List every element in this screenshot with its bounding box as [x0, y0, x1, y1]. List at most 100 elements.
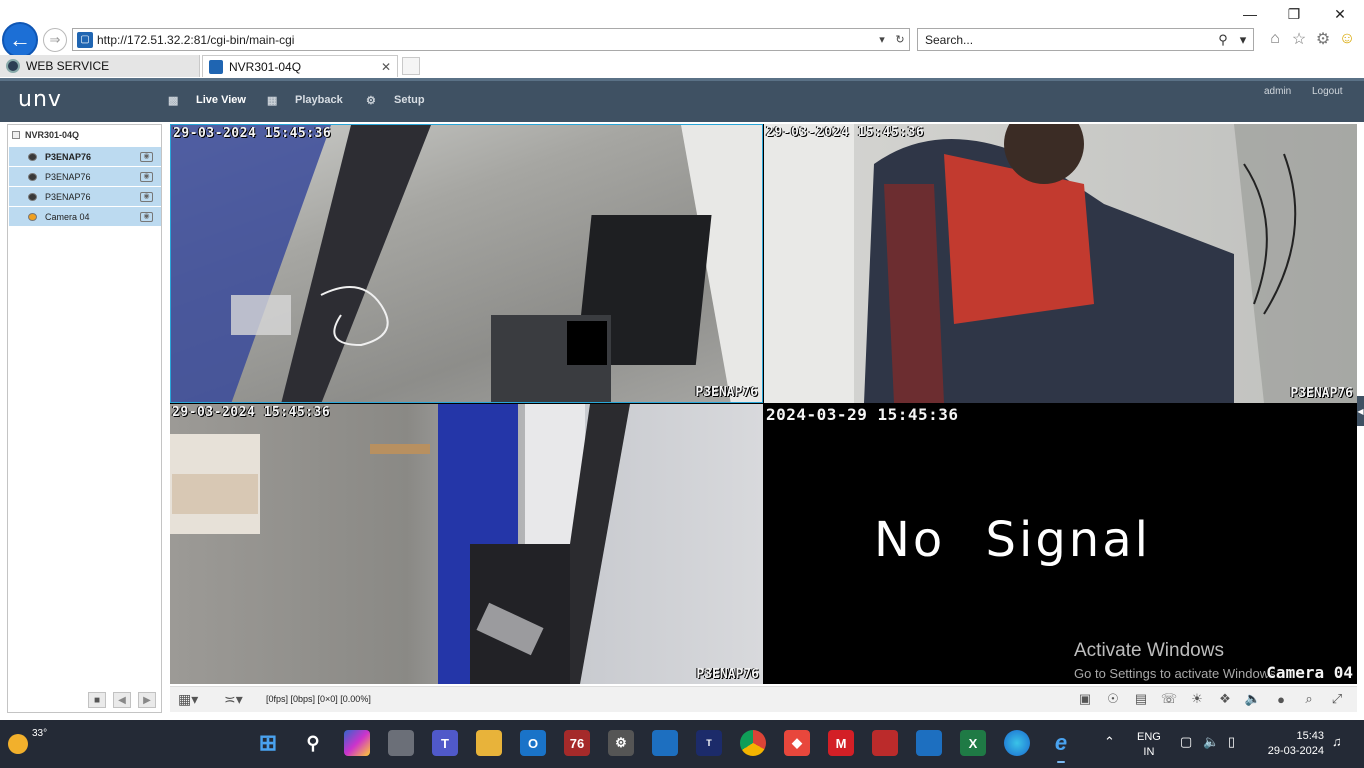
- network-icon[interactable]: ▢: [1180, 734, 1192, 750]
- window-app-2-icon[interactable]: [916, 730, 942, 756]
- scene-pane-1: [171, 125, 762, 402]
- activate-windows-subtitle: Go to Settings to activate Windows.: [1074, 666, 1280, 681]
- record-clip-icon[interactable]: ▤: [1133, 691, 1149, 707]
- camera-item-1[interactable]: P3ENAP76 ◉: [9, 147, 161, 166]
- nav-setup[interactable]: ⚙ Setup: [366, 94, 425, 107]
- timestamp: 29-03-2024 15:45:36: [766, 125, 925, 140]
- nav-playback[interactable]: ▦ Playback: [267, 94, 343, 107]
- new-tab-button[interactable]: [402, 57, 420, 75]
- close-tab-icon[interactable]: ✕: [381, 60, 391, 74]
- collapse-panel-handle[interactable]: ◀: [1357, 396, 1364, 426]
- dropdown-icon[interactable]: ▾: [873, 33, 891, 46]
- monitor-icon: ▩: [168, 95, 179, 107]
- brightness-icon[interactable]: ☀: [1189, 691, 1205, 707]
- record-icon[interactable]: ◉: [140, 171, 153, 182]
- search-icon[interactable]: ⚲: [1213, 32, 1233, 48]
- forward-button[interactable]: ⇒: [43, 28, 67, 52]
- start-windows-icon[interactable]: ⊞: [255, 730, 281, 756]
- tally-icon[interactable]: T: [696, 730, 722, 756]
- web-service-tab-icon: [6, 59, 20, 73]
- layout-grid-icon[interactable]: ▦▾: [178, 691, 198, 708]
- settings-gear-icon[interactable]: ⚙: [1314, 30, 1332, 48]
- restore-icon[interactable]: ❐: [1284, 6, 1304, 23]
- security-app-icon[interactable]: [872, 730, 898, 756]
- nav-label: Live View: [196, 94, 246, 106]
- excel-icon[interactable]: X: [960, 730, 986, 756]
- windows-taskbar: 33° ⊞ ⚲ T O 76 ⚙ T ◆ M X e ⌃ ENG IN ▢ 🔈 …: [0, 720, 1364, 768]
- show-hidden-icons-chevron-icon[interactable]: ⌃: [1104, 734, 1115, 750]
- logout-link[interactable]: Logout: [1312, 86, 1343, 97]
- headset-icon[interactable]: ☏: [1161, 691, 1177, 707]
- task-view-icon[interactable]: [388, 730, 414, 756]
- outlook-icon[interactable]: O: [520, 730, 546, 756]
- unv-logo: unv: [18, 87, 62, 112]
- window-app-icon[interactable]: [652, 730, 678, 756]
- record-icon[interactable]: ◉: [140, 211, 153, 222]
- snapshot-camera-icon[interactable]: ☉: [1105, 691, 1121, 707]
- record-icon[interactable]: ◉: [140, 191, 153, 202]
- video-pane-4[interactable]: 2024-03-29 15:45:36 No Signal Activate W…: [764, 404, 1357, 684]
- activate-windows-title: Activate Windows: [1074, 640, 1224, 661]
- back-button[interactable]: ←: [2, 22, 38, 58]
- tab-web-service[interactable]: WEB SERVICE: [0, 55, 200, 77]
- close-window-icon[interactable]: ✕: [1330, 6, 1350, 23]
- volume-icon[interactable]: 🔈: [1245, 691, 1261, 707]
- refresh-icon[interactable]: ↻: [891, 33, 909, 46]
- talk-icon[interactable]: ●: [1273, 691, 1289, 707]
- nvr-device-icon: [12, 131, 20, 139]
- system-clock[interactable]: 15:43 29-03-2024: [1260, 729, 1324, 759]
- nav-live-view[interactable]: ▩ Live View: [168, 94, 246, 107]
- camera-item-3[interactable]: P3ENAP76 ◉: [9, 187, 161, 206]
- stop-button[interactable]: ■: [88, 692, 106, 708]
- teams-icon[interactable]: T: [432, 730, 458, 756]
- search-taskbar-icon[interactable]: ⚲: [300, 730, 326, 756]
- weather-widget[interactable]: 33°: [8, 728, 47, 754]
- favorites-star-icon[interactable]: ☆: [1290, 30, 1308, 48]
- camera-label: P3ENAP76: [45, 171, 91, 182]
- fit-window-icon[interactable]: ▣: [1077, 691, 1093, 707]
- copilot-icon[interactable]: [344, 730, 370, 756]
- tab-nvr[interactable]: NVR301-04Q ✕: [202, 55, 398, 77]
- stream-select-icon[interactable]: ≍▾: [224, 691, 243, 708]
- notifications-bell-icon[interactable]: ♫: [1332, 734, 1342, 749]
- video-pane-3[interactable]: 29-03-2024 15:45:36 P3ENAP76: [170, 404, 763, 684]
- camera-item-2[interactable]: P3ENAP76 ◉: [9, 167, 161, 186]
- ptz-icon[interactable]: ❖: [1217, 691, 1233, 707]
- language-indicator[interactable]: ENG IN: [1137, 730, 1161, 760]
- zoom-icon[interactable]: ⌕: [1301, 691, 1317, 707]
- region-code: IN: [1143, 746, 1155, 758]
- minimize-icon[interactable]: —: [1240, 6, 1260, 22]
- battery-icon[interactable]: ▯: [1228, 734, 1235, 750]
- speaker-icon[interactable]: 🔈: [1203, 734, 1219, 750]
- feedback-smiley-icon[interactable]: ☺: [1338, 30, 1356, 48]
- video-pane-1[interactable]: 29-03-2024 15:45:36 P3ENAP76: [170, 124, 763, 403]
- page-favicon-icon: ▢: [77, 31, 93, 48]
- anydesk-icon[interactable]: ◆: [784, 730, 810, 756]
- next-button[interactable]: ▶: [138, 692, 156, 708]
- app-76-icon[interactable]: 76: [564, 730, 590, 756]
- camera-item-4[interactable]: Camera 04 ◉: [9, 207, 161, 226]
- camera-label: Camera 04: [45, 211, 90, 222]
- chrome-icon[interactable]: [740, 730, 766, 756]
- gear-icon: ⚙: [366, 95, 376, 107]
- address-url[interactable]: http://172.51.32.2:81/cgi-bin/main-cgi: [97, 33, 873, 47]
- mcafee-icon[interactable]: M: [828, 730, 854, 756]
- search-input[interactable]: Search...: [925, 33, 1213, 47]
- fullscreen-icon[interactable]: ⤢: [1329, 691, 1345, 707]
- device-node[interactable]: NVR301-04Q: [12, 130, 79, 140]
- internet-explorer-icon[interactable]: e: [1048, 730, 1074, 756]
- video-pane-2[interactable]: 29-03-2024 15:45:36 P3ENAP76: [764, 124, 1357, 403]
- camera-name-label: P3ENAP76: [695, 385, 758, 400]
- settings-app-icon[interactable]: ⚙: [608, 730, 634, 756]
- edge-icon[interactable]: [1004, 730, 1030, 756]
- record-icon[interactable]: ◉: [140, 151, 153, 162]
- search-dropdown-icon[interactable]: ▾: [1233, 32, 1253, 48]
- search-box[interactable]: Search... ⚲ ▾: [917, 28, 1254, 51]
- file-explorer-icon[interactable]: [476, 730, 502, 756]
- address-bar[interactable]: ▢ http://172.51.32.2:81/cgi-bin/main-cgi…: [72, 28, 910, 51]
- home-icon[interactable]: ⌂: [1266, 30, 1284, 48]
- camera-name-label: Camera 04: [1266, 663, 1353, 682]
- nvr-tab-icon: [209, 59, 223, 74]
- device-label: NVR301-04Q: [25, 130, 80, 140]
- prev-button[interactable]: ◀: [113, 692, 131, 708]
